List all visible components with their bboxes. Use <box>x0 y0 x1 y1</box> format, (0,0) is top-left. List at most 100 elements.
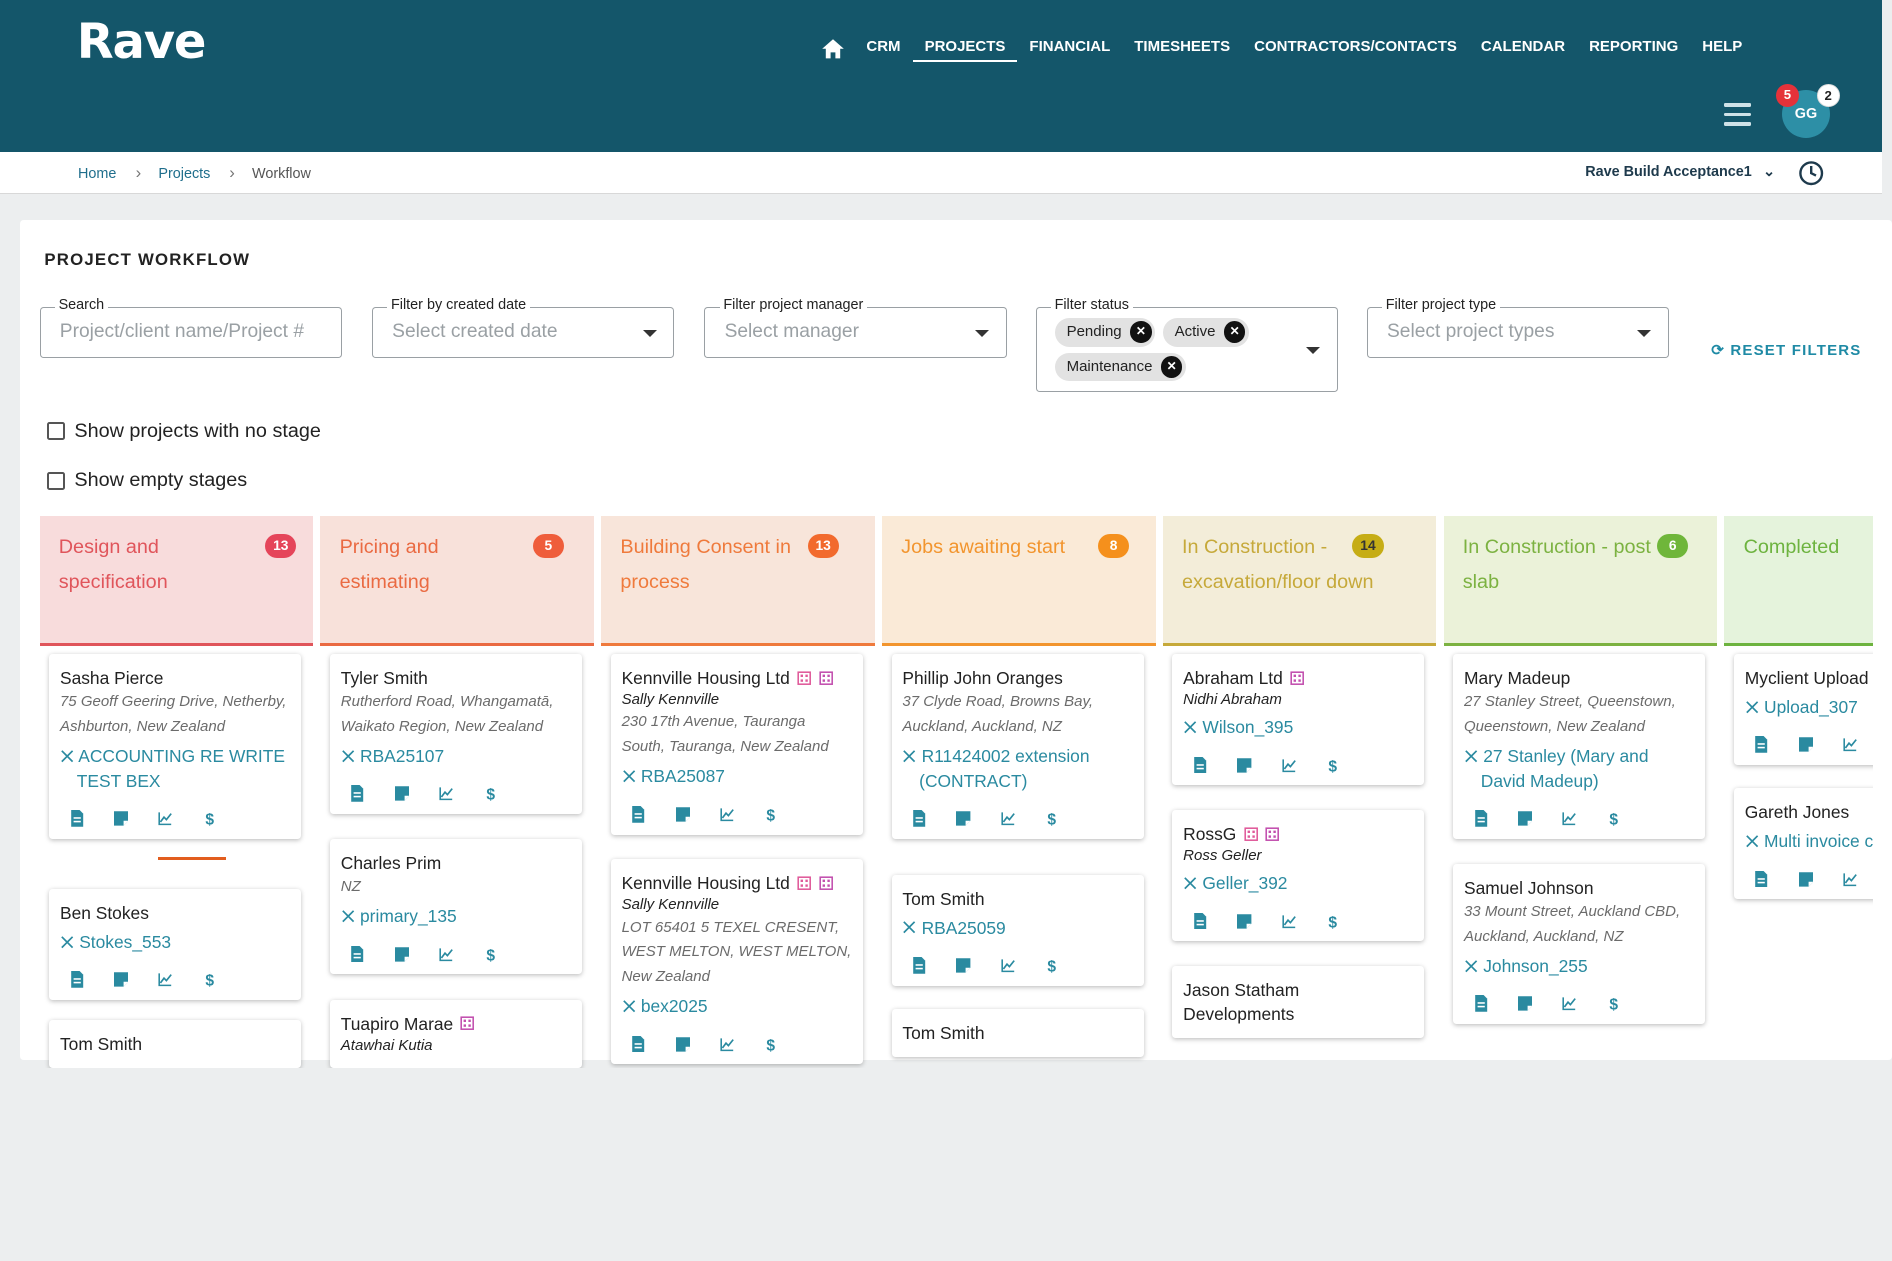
project-link[interactable]: ACCOUNTING RE WRITE TEST BEX <box>60 744 290 793</box>
status-filter[interactable]: Filter status Pending ✕ Active ✕ Maintenan… <box>1035 297 1338 393</box>
stage-header[interactable]: In Construction - excavation/floor down 1… <box>1162 515 1437 646</box>
chart-icon[interactable] <box>720 1036 734 1053</box>
stage-header[interactable]: Jobs awaiting start 8 <box>881 515 1156 646</box>
chart-icon[interactable] <box>1281 757 1296 774</box>
project-link[interactable]: R11424002 extension (CONTRACT) <box>902 744 1132 793</box>
note-icon[interactable] <box>1517 810 1533 827</box>
document-icon[interactable] <box>1193 756 1207 774</box>
document-icon[interactable] <box>1474 995 1488 1013</box>
project-link[interactable]: bex2025 <box>622 994 852 1019</box>
note-icon[interactable] <box>113 971 129 988</box>
project-card[interactable]: Gareth Jones Multi invoice contract test… <box>1733 788 1874 900</box>
chip-remove-icon[interactable]: ✕ <box>1223 321 1246 343</box>
note-icon[interactable] <box>1798 736 1814 753</box>
chart-icon[interactable] <box>720 806 734 823</box>
dollar-icon[interactable]: $ <box>1326 913 1340 931</box>
chart-icon[interactable] <box>158 971 173 988</box>
project-card[interactable]: Kennville Housing Ltd Sally Kennville LOT … <box>610 859 863 1065</box>
document-icon[interactable] <box>1754 870 1768 888</box>
project-card[interactable]: Phillip John Oranges 37 Clyde Road, Brown… <box>891 653 1144 839</box>
document-icon[interactable] <box>1193 912 1207 930</box>
chart-icon[interactable] <box>1562 810 1577 827</box>
document-icon[interactable] <box>70 971 84 989</box>
dollar-icon[interactable]: $ <box>484 946 498 964</box>
dollar-icon[interactable]: $ <box>203 810 217 828</box>
document-icon[interactable] <box>631 1035 645 1053</box>
stage-header[interactable]: Pricing and estimating 5 <box>320 515 594 646</box>
project-link[interactable]: RBA25087 <box>622 764 852 789</box>
project-link[interactable]: Johnson_255 <box>1464 954 1694 979</box>
project-link[interactable]: Upload_307 <box>1745 695 1873 720</box>
chart-icon[interactable] <box>1281 913 1296 930</box>
project-card[interactable]: Ben Stokes Stokes_553 $ <box>49 889 302 1001</box>
project-card[interactable]: Kennville Housing Ltd Sally Kennville 230 … <box>610 653 863 835</box>
message-badge[interactable]: 2 <box>1816 84 1840 107</box>
project-card[interactable]: Charles Prim NZ primary_135 $ <box>329 838 582 975</box>
project-link[interactable]: Stokes_553 <box>60 930 290 955</box>
nav-crm[interactable]: CRM <box>854 36 912 62</box>
show-no-stage-checkbox[interactable]: Show projects with no stage <box>46 420 321 443</box>
search-field[interactable]: Search Project/client name/Project # <box>39 297 342 358</box>
clock-icon[interactable] <box>1798 160 1824 186</box>
note-icon[interactable] <box>1517 995 1533 1012</box>
project-card[interactable]: Tom Smith RBA25059 $ <box>891 874 1144 986</box>
manager-filter[interactable]: Filter project manager Select manager <box>704 297 1007 358</box>
chart-icon[interactable] <box>1562 995 1577 1012</box>
note-icon[interactable] <box>1237 757 1252 774</box>
nav-reporting[interactable]: REPORTING <box>1577 36 1690 62</box>
nav-help[interactable]: HELP <box>1690 36 1754 62</box>
project-card[interactable]: Abraham Ltd Nidhi Abraham Wilson_395 $ <box>1172 653 1425 786</box>
stage-header[interactable]: Building Consent in process 13 <box>601 515 875 646</box>
dollar-icon[interactable]: $ <box>764 806 778 824</box>
project-card[interactable]: Sasha Pierce 75 Geoff Geering Drive, Neth… <box>49 653 302 861</box>
created-date-filter[interactable]: Filter by created date Select created da… <box>371 297 675 358</box>
show-empty-stages-checkbox[interactable]: Show empty stages <box>46 469 247 492</box>
project-card[interactable]: Mary Madeup 27 Stanley Street, Queenstown… <box>1453 653 1706 839</box>
chart-icon[interactable] <box>1843 871 1858 888</box>
document-icon[interactable] <box>631 805 645 823</box>
note-icon[interactable] <box>394 785 410 802</box>
document-icon[interactable] <box>350 785 364 803</box>
note-icon[interactable] <box>1798 871 1814 888</box>
dollar-icon[interactable]: $ <box>1607 995 1621 1014</box>
project-link[interactable]: RBA25059 <box>902 916 1132 941</box>
project-link[interactable]: Multi invoice contract test <box>1745 829 1873 854</box>
breadcrumb-projects[interactable]: Projects <box>158 166 210 182</box>
document-icon[interactable] <box>70 809 84 827</box>
nav-projects[interactable]: PROJECTS <box>912 36 1018 63</box>
nav-calendar[interactable]: CALENDAR <box>1469 36 1577 62</box>
dollar-icon[interactable]: $ <box>1045 957 1059 975</box>
dollar-icon[interactable]: $ <box>203 971 217 990</box>
project-card[interactable]: Samuel Johnson 33 Mount Street, Auckland … <box>1453 863 1706 1025</box>
menu-icon[interactable] <box>1724 103 1751 132</box>
note-icon[interactable] <box>1237 913 1252 930</box>
project-link[interactable]: Wilson_395 <box>1183 715 1413 740</box>
stage-header[interactable]: Design and specification 13 <box>39 515 314 646</box>
checkbox-box[interactable] <box>46 471 65 490</box>
org-selector[interactable]: Rave Build Acceptance1 ⌄ <box>1585 164 1775 180</box>
project-card[interactable]: Tom Smith <box>891 1009 1144 1058</box>
document-icon[interactable] <box>1474 809 1488 827</box>
document-icon[interactable] <box>912 956 926 974</box>
document-icon[interactable] <box>912 809 926 827</box>
chart-icon[interactable] <box>1001 810 1015 827</box>
chart-icon[interactable] <box>439 946 454 963</box>
chart-icon[interactable] <box>158 810 173 827</box>
project-card[interactable]: Jason Statham Developments <box>1172 965 1425 1038</box>
document-icon[interactable] <box>1754 736 1768 753</box>
chart-icon[interactable] <box>1843 736 1858 753</box>
home-icon[interactable] <box>821 38 845 60</box>
note-icon[interactable] <box>113 810 129 827</box>
chart-icon[interactable] <box>439 785 454 802</box>
rave-logo[interactable]: Rave <box>77 14 207 70</box>
dollar-icon[interactable]: $ <box>1045 810 1059 828</box>
dollar-icon[interactable]: $ <box>1326 757 1340 775</box>
dollar-icon[interactable]: $ <box>764 1036 778 1054</box>
note-icon[interactable] <box>675 806 690 823</box>
project-card[interactable]: Tom Smith <box>49 1019 302 1068</box>
note-icon[interactable] <box>394 946 410 963</box>
stage-header[interactable]: In Construction - post slab 6 <box>1443 515 1718 646</box>
chip-remove-icon[interactable]: ✕ <box>1160 356 1183 378</box>
stage-header[interactable]: Completed <box>1724 515 1874 646</box>
document-icon[interactable] <box>350 945 364 963</box>
